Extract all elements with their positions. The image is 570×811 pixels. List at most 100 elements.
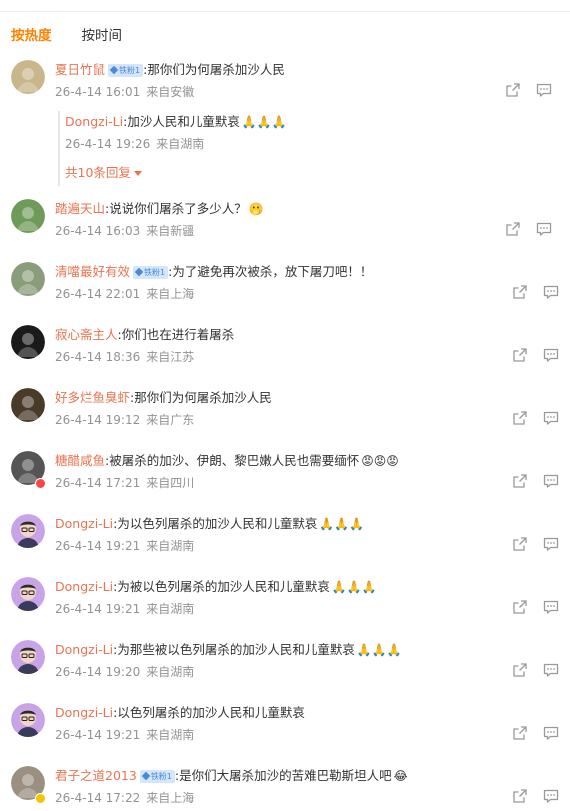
fan-badge-label: 铁粉1: [119, 65, 141, 75]
share-icon[interactable]: [512, 347, 528, 363]
comment-icon[interactable]: [543, 473, 559, 489]
avatar[interactable]: [11, 262, 45, 296]
share-icon[interactable]: [512, 536, 528, 552]
reply-item: Dongzi-Li:加沙人民和儿童默哀 🙏🙏🙏: [65, 112, 287, 132]
comment-meta: 26-4-14 22:01 来自上海: [55, 285, 194, 303]
comment-time: 26-4-14 19:21: [55, 602, 141, 616]
comment-icon[interactable]: [543, 725, 559, 741]
comment-actions: [512, 662, 559, 678]
comment-line: Dongzi-Li:为被以色列屠杀的加沙人民和儿童默哀 🙏🙏🙏: [55, 577, 377, 597]
reply-meta: 26-4-14 19:26 来自湖南: [65, 135, 204, 153]
comment-meta: 26-4-14 18:36 来自江苏: [55, 348, 194, 366]
comment-line: Dongzi-Li:为以色列屠杀的加沙人民和儿童默哀 🙏🙏🙏: [55, 514, 364, 534]
sort-tabs: 按热度 按时间: [11, 25, 122, 47]
share-icon[interactable]: [512, 473, 528, 489]
comment-icon[interactable]: [536, 82, 552, 98]
comment-source: 来自安徽: [146, 85, 195, 99]
share-icon[interactable]: [512, 725, 528, 741]
share-icon[interactable]: [512, 410, 528, 426]
share-icon[interactable]: [505, 221, 521, 237]
avatar[interactable]: [11, 199, 45, 233]
comment-username[interactable]: 踏遍天山: [55, 199, 105, 219]
avatar[interactable]: [11, 388, 45, 422]
comment-actions: [505, 221, 552, 237]
reply-username[interactable]: Dongzi-Li: [65, 114, 123, 129]
comment-icon[interactable]: [543, 347, 559, 363]
comment-emoji: 😡😡😡: [361, 454, 399, 468]
comment-username[interactable]: Dongzi-Li: [55, 640, 113, 660]
comment-time: 26-4-14 19:12: [55, 413, 141, 427]
comment-icon[interactable]: [543, 599, 559, 615]
fan-badge-label: 铁粉1: [150, 771, 172, 781]
avatar[interactable]: [11, 514, 45, 548]
comment-time: 26-4-14 16:01: [55, 85, 141, 99]
comment-meta: 26-4-14 19:21 来自湖南: [55, 600, 194, 618]
comment-meta: 26-4-14 19:21 来自湖南: [55, 726, 194, 744]
comment-text: :为了避免再次被杀，放下屠刀吧！！: [168, 264, 373, 279]
comment-emoji: 😂: [393, 769, 408, 783]
comment-meta: 26-4-14 19:21 来自湖南: [55, 537, 194, 555]
comment-time: 26-4-14 16:03: [55, 224, 141, 238]
comment-line: 好多烂鱼臭虾:那你们为何屠杀加沙人民: [55, 388, 272, 408]
comment-username[interactable]: 好多烂鱼臭虾: [55, 388, 130, 408]
comment-username[interactable]: 糖醋咸鱼: [55, 451, 105, 471]
avatar[interactable]: [11, 325, 45, 359]
comment-actions: [512, 725, 559, 741]
comment-username[interactable]: Dongzi-Li: [55, 514, 113, 534]
reply-time: 26-4-14 19:26: [65, 137, 151, 151]
comment-text: :是你们大屠杀加沙的苦难巴勒斯坦人吧: [174, 768, 392, 783]
fan-badge: 铁粉1: [139, 769, 175, 783]
comment-icon[interactable]: [536, 221, 552, 237]
avatar[interactable]: [11, 703, 45, 737]
comment-time: 26-4-14 19:21: [55, 728, 141, 742]
comment-time: 26-4-14 19:20: [55, 665, 141, 679]
comment-meta: 26-4-14 16:03 来自新疆: [55, 222, 194, 240]
comment-text: :为被以色列屠杀的加沙人民和儿童默哀: [113, 579, 330, 594]
comment-icon[interactable]: [543, 410, 559, 426]
share-icon[interactable]: [512, 284, 528, 300]
comment-source: 来自四川: [146, 476, 195, 490]
comment-username[interactable]: 清噹最好有效: [55, 262, 130, 282]
comment-line: 清噹最好有效 铁粉1:为了避免再次被杀，放下屠刀吧！！: [55, 262, 372, 282]
comment-line: Dongzi-Li:以色列屠杀的加沙人民和儿童默哀: [55, 703, 305, 723]
comment-username[interactable]: Dongzi-Li: [55, 703, 113, 723]
share-icon[interactable]: [505, 82, 521, 98]
comment-actions: [512, 473, 559, 489]
avatar[interactable]: [11, 60, 45, 94]
comment-icon[interactable]: [543, 536, 559, 552]
comment-text: :说说你们屠杀了多少人？: [105, 201, 247, 216]
comment-text: :那你们为何屠杀加沙人民: [143, 62, 285, 77]
share-icon[interactable]: [512, 788, 528, 804]
reply-source: 来自湖南: [156, 137, 205, 151]
comment-icon[interactable]: [543, 662, 559, 678]
comment-source: 来自江苏: [146, 350, 195, 364]
comment-actions: [512, 599, 559, 615]
comment-icon[interactable]: [543, 284, 559, 300]
comment-icon[interactable]: [543, 788, 559, 804]
comment-username[interactable]: 夏日竹鼠: [55, 60, 105, 80]
comment-username[interactable]: Dongzi-Li: [55, 577, 113, 597]
comment-actions: [505, 82, 552, 98]
comment-username[interactable]: 君子之道2013: [55, 766, 137, 786]
comment-time: 26-4-14 17:21: [55, 476, 141, 490]
avatar[interactable]: [11, 640, 45, 674]
comment-text: :为以色列屠杀的加沙人民和儿童默哀: [113, 516, 318, 531]
comment-meta: 26-4-14 19:20 来自湖南: [55, 663, 194, 681]
avatar[interactable]: [11, 577, 45, 611]
comment-text: :以色列屠杀的加沙人民和儿童默哀: [113, 705, 305, 720]
reply-divider: [58, 111, 61, 186]
share-icon[interactable]: [512, 662, 528, 678]
top-divider: [0, 11, 570, 12]
diamond-icon: [134, 267, 144, 277]
comment-source: 来自新疆: [146, 224, 195, 238]
comment-username[interactable]: 寂心斋主人: [55, 325, 118, 345]
reply-emoji: 🙏🙏🙏: [241, 115, 287, 129]
comment-actions: [512, 284, 559, 300]
more-replies-link[interactable]: 共10条回复: [65, 163, 142, 183]
share-icon[interactable]: [512, 599, 528, 615]
tab-sort-hot[interactable]: 按热度: [11, 26, 52, 46]
comment-line: 君子之道2013 铁粉1:是你们大屠杀加沙的苦难巴勒斯坦人吧 😂: [55, 766, 408, 786]
comment-text: :你们也在进行着屠杀: [117, 327, 235, 342]
comment-actions: [512, 536, 559, 552]
tab-sort-time[interactable]: 按时间: [82, 26, 123, 46]
